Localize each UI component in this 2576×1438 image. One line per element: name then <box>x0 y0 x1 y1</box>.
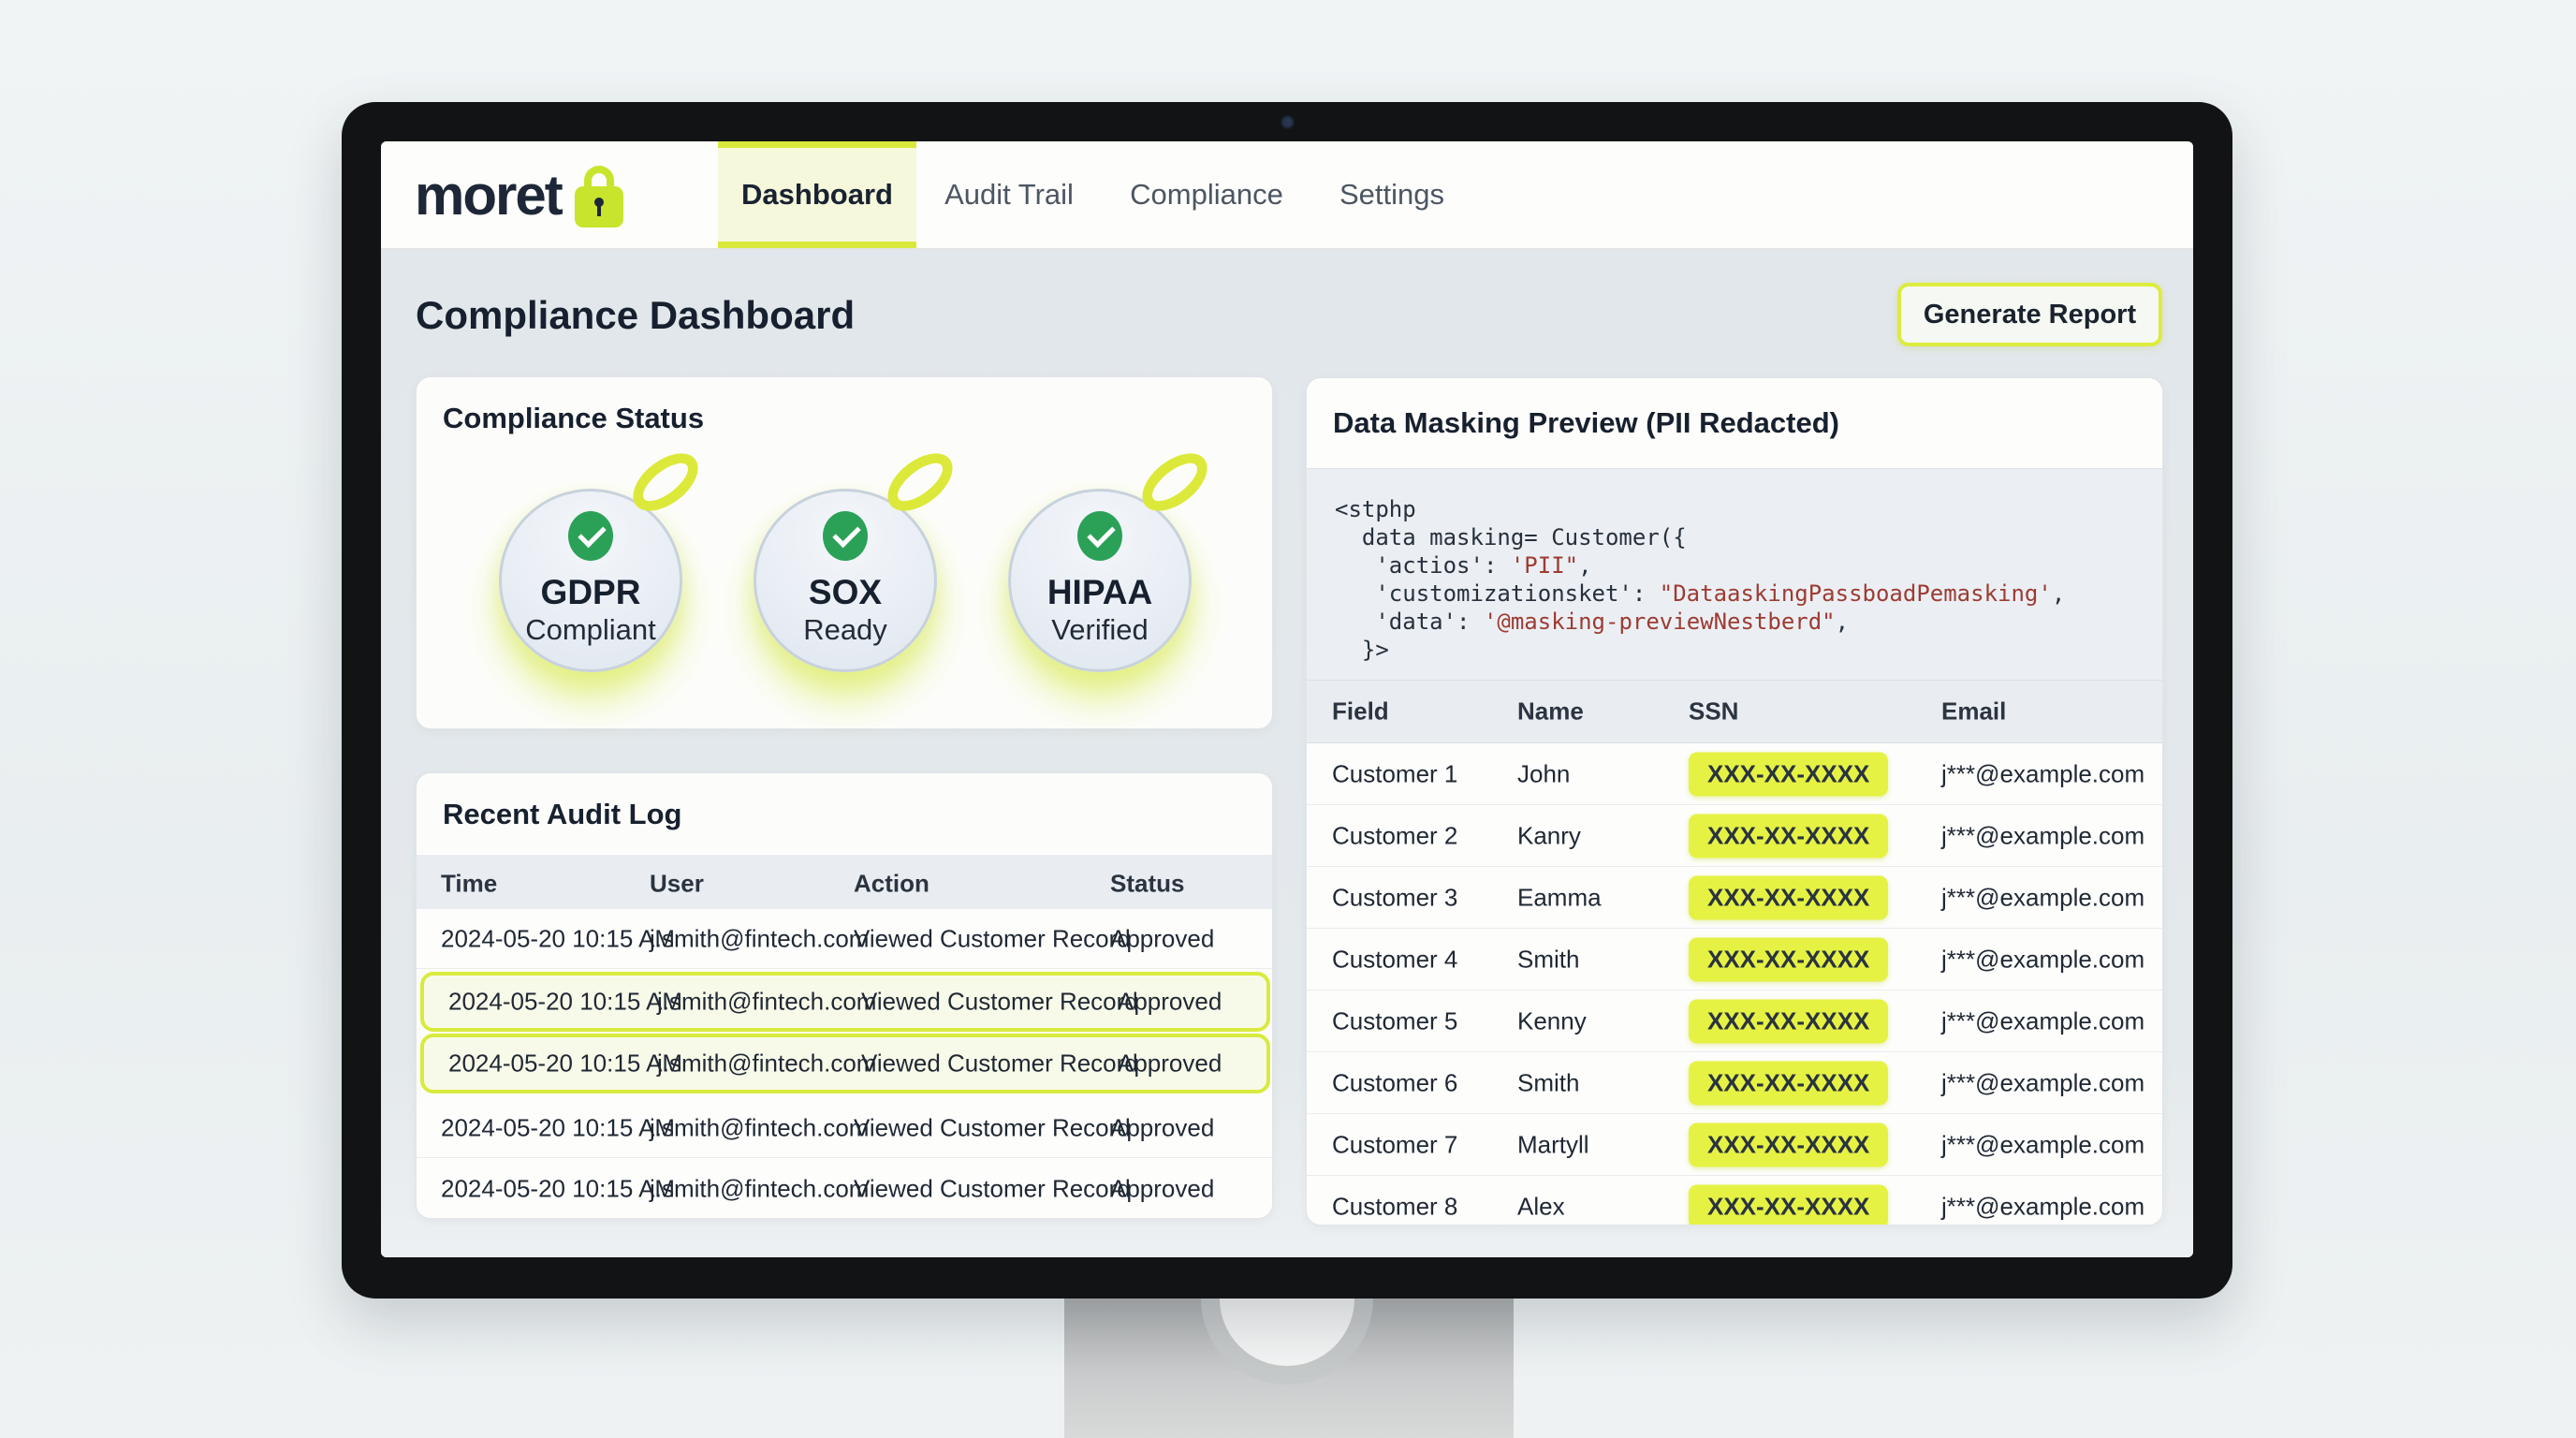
screen: moret Dashboard Audit Trail Compliance S… <box>381 141 2193 1257</box>
masking-table-row[interactable]: Customer 4 Smith XXX-XX-XXXX j***@exampl… <box>1307 929 2163 990</box>
status-name: HIPAA <box>1008 573 1192 612</box>
audit-table-row[interactable]: 2024-05-20 10:15 AM j.smith@fintech.com … <box>417 1159 1273 1219</box>
col-header-status: Status <box>1110 870 1184 899</box>
ssn-redacted-badge: XXX-XX-XXXX <box>1689 1123 1888 1167</box>
compliance-status-title: Compliance Status <box>443 402 704 435</box>
check-circle-icon <box>1077 511 1122 561</box>
col-header-name: Name <box>1517 697 1584 726</box>
recent-audit-log-card: Recent Audit Log Time User Action Status… <box>416 772 1273 1219</box>
audit-table-header: Time User Action Status <box>417 855 1273 914</box>
status-badge: Approved <box>1110 1113 1214 1142</box>
status-label: Ready <box>754 613 937 647</box>
status-label: Verified <box>1008 613 1192 647</box>
tab-dashboard[interactable]: Dashboard <box>718 141 916 248</box>
status-name: SOX <box>754 573 937 612</box>
col-header-user: User <box>650 870 704 899</box>
ssn-redacted-badge: XXX-XX-XXXX <box>1689 1185 1888 1226</box>
code-line: 'actios': 'PII", <box>1335 551 2163 580</box>
page-title: Compliance Dashboard <box>416 293 855 338</box>
tab-settings-label: Settings <box>1339 178 1444 212</box>
col-header-email: Email <box>1941 697 2006 726</box>
masking-table-row[interactable]: Customer 7 Martyll XXX-XX-XXXX j***@exam… <box>1307 1114 2163 1176</box>
ssn-redacted-badge: XXX-XX-XXXX <box>1689 875 1888 919</box>
data-masking-card: Data Masking Preview (PII Redacted) <stp… <box>1306 377 2163 1225</box>
code-line: <stphp <box>1335 495 2163 523</box>
tab-audit-trail[interactable]: Audit Trail <box>944 141 1074 248</box>
masking-table-row[interactable]: Customer 3 Eamma XXX-XX-XXXX j***@exampl… <box>1307 867 2163 929</box>
audit-table-row[interactable]: 2024-05-20 10:15 AM j.smith@fintech.com … <box>417 909 1273 969</box>
generate-report-button[interactable]: Generate Report <box>1897 283 2162 346</box>
code-preview-block: <stphp data masking= Customer({ 'actios'… <box>1307 469 2163 680</box>
audit-table-row-highlighted[interactable]: 2024-05-20 10:15 AM j.smith@fintech.com … <box>420 972 1270 1032</box>
col-header-action: Action <box>854 870 929 899</box>
code-line: 'data': '@masking-previewNestberd", <box>1335 608 2163 636</box>
status-circle-gdpr: GDPR Compliant <box>499 489 682 672</box>
ssn-redacted-badge: XXX-XX-XXXX <box>1689 937 1888 981</box>
code-line: }> <box>1335 636 2163 664</box>
tab-settings[interactable]: Settings <box>1339 141 1444 248</box>
masking-table-header: Field Name SSN Email <box>1307 680 2163 743</box>
audit-table-row-highlighted[interactable]: 2024-05-20 10:15 AM j.smith@fintech.com … <box>420 1034 1270 1093</box>
check-circle-icon <box>568 511 613 561</box>
code-line: data masking= Customer({ <box>1335 523 2163 551</box>
tab-audit-trail-label: Audit Trail <box>944 178 1074 212</box>
status-name: GDPR <box>499 573 682 612</box>
code-line: 'customizationsket': "DataaskingPassboad… <box>1335 580 2163 608</box>
status-badge: Approved <box>1118 1049 1222 1078</box>
ssn-redacted-badge: XXX-XX-XXXX <box>1689 1061 1888 1105</box>
tab-compliance-label: Compliance <box>1130 178 1283 212</box>
masking-table-row[interactable]: Customer 8 Alex XXX-XX-XXXX j***@example… <box>1307 1176 2163 1225</box>
webcam-dot <box>1281 115 1295 129</box>
masking-table-row[interactable]: Customer 6 Smith XXX-XX-XXXX j***@exampl… <box>1307 1052 2163 1114</box>
status-badge: Approved <box>1110 924 1214 953</box>
ssn-redacted-badge: XXX-XX-XXXX <box>1689 999 1888 1043</box>
col-header-field: Field <box>1332 697 1389 726</box>
generate-report-label: Generate Report <box>1924 300 2136 330</box>
lock-icon <box>575 166 623 227</box>
compliance-status-card: Compliance Status GDPR Compliant SOX Rea… <box>416 376 1273 729</box>
ssn-redacted-badge: XXX-XX-XXXX <box>1689 752 1888 796</box>
col-header-time: Time <box>441 870 497 899</box>
col-header-ssn: SSN <box>1689 697 1738 726</box>
status-circle-hipaa: HIPAA Verified <box>1008 489 1192 672</box>
tab-compliance[interactable]: Compliance <box>1130 141 1283 248</box>
dashboard-content: Compliance Dashboard Generate Report Com… <box>381 250 2193 1257</box>
data-masking-header: Data Masking Preview (PII Redacted) <box>1307 378 2163 469</box>
brand-logo: moret <box>415 141 623 248</box>
status-badge: Approved <box>1110 1175 1214 1204</box>
masking-table-row[interactable]: Customer 1 John XXX-XX-XXXX j***@example… <box>1307 743 2163 805</box>
masking-table-row[interactable]: Customer 5 Kenny XXX-XX-XXXX j***@exampl… <box>1307 990 2163 1052</box>
monitor-bezel: moret Dashboard Audit Trail Compliance S… <box>342 102 2232 1299</box>
data-masking-title: Data Masking Preview (PII Redacted) <box>1333 406 1839 440</box>
status-label: Compliant <box>499 613 682 647</box>
tab-dashboard-label: Dashboard <box>741 178 893 212</box>
brand-logo-text: moret <box>415 163 562 227</box>
masking-table-row[interactable]: Customer 2 Kanry XXX-XX-XXXX j***@exampl… <box>1307 805 2163 867</box>
audit-table-row[interactable]: 2024-05-20 10:15 AM j.smith@fintech.com … <box>417 1098 1273 1158</box>
status-circle-sox: SOX Ready <box>754 489 937 672</box>
check-circle-icon <box>823 511 868 561</box>
status-badge: Approved <box>1118 988 1222 1017</box>
ssn-redacted-badge: XXX-XX-XXXX <box>1689 814 1888 858</box>
audit-log-title: Recent Audit Log <box>443 798 681 831</box>
top-nav-bar: moret Dashboard Audit Trail Compliance S… <box>381 141 2193 250</box>
